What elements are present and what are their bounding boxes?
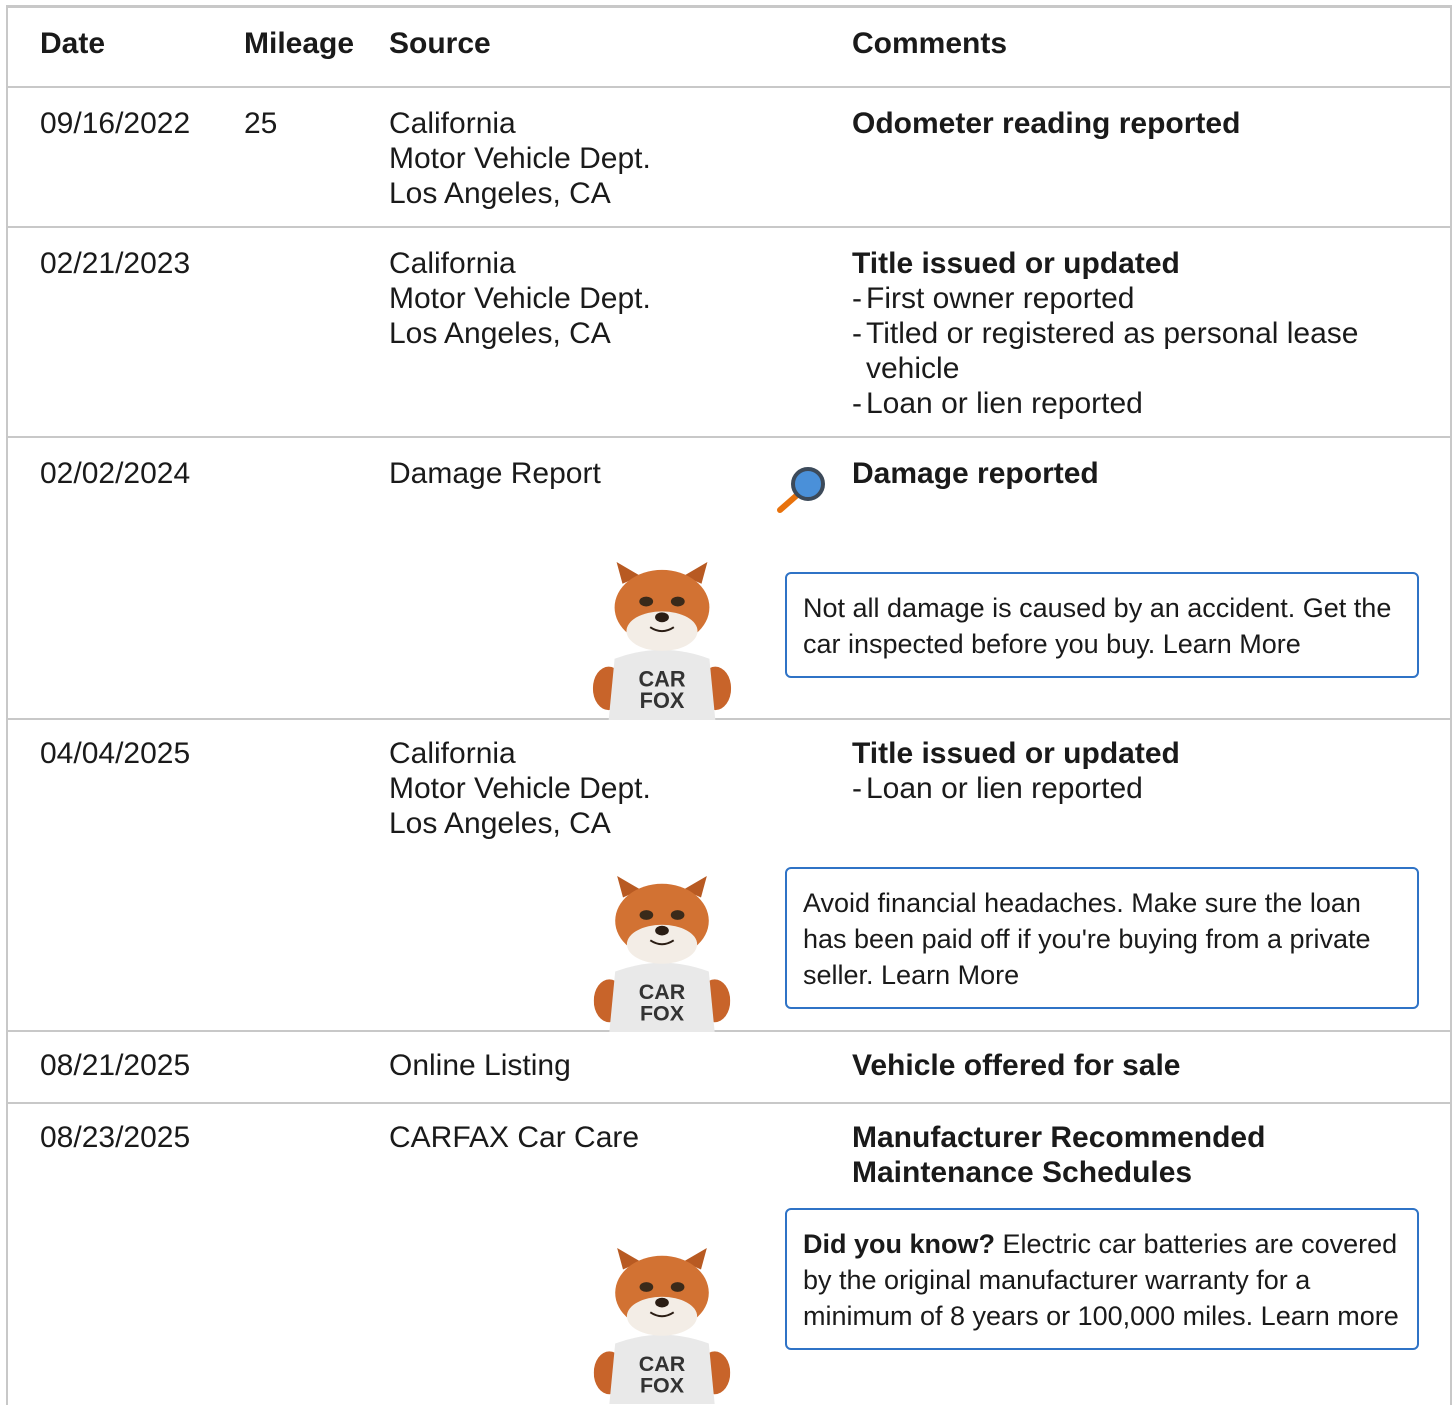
source-line: California bbox=[389, 107, 516, 140]
row-comments: Title issued or updated First owner repo… bbox=[852, 246, 1412, 421]
carfox-mascot-image: CAR FOX bbox=[592, 562, 732, 720]
vehicle-history-table: Date Mileage Source Comments 09/16/2022 … bbox=[6, 5, 1452, 1405]
tip-text: Avoid financial headaches. Make sure the… bbox=[803, 888, 1371, 990]
table-row: 08/21/2025 Online Listing Vehicle offere… bbox=[8, 1032, 1450, 1104]
source-line: Online Listing bbox=[389, 1049, 571, 1082]
source-line: Motor Vehicle Dept. bbox=[389, 282, 651, 315]
mascot-shirt-text: FOX bbox=[640, 688, 685, 713]
comment-title: Vehicle offered for sale bbox=[852, 1049, 1181, 1082]
tip-box[interactable]: Avoid financial headaches. Make sure the… bbox=[785, 867, 1419, 1009]
table-row: 08/23/2025 CARFAX Car Care Manufacturer … bbox=[8, 1104, 1450, 1414]
row-mileage: 25 bbox=[244, 107, 278, 140]
row-comments: Damage reported bbox=[852, 456, 1412, 491]
comment-title: Manufacturer Recommended Maintenance Sch… bbox=[852, 1121, 1266, 1189]
row-date: 02/21/2023 bbox=[40, 247, 191, 280]
comment-title: Damage reported bbox=[852, 457, 1099, 490]
mascot-shirt-text: FOX bbox=[640, 1373, 685, 1397]
source-line: Los Angeles, CA bbox=[389, 177, 611, 210]
row-date: 08/21/2025 bbox=[40, 1049, 191, 1082]
row-source: CARFAX Car Care bbox=[389, 1120, 639, 1155]
mascot-shirt-text: FOX bbox=[640, 1001, 685, 1025]
comment-title: Odometer reading reported bbox=[852, 107, 1241, 140]
row-source: California Motor Vehicle Dept. Los Angel… bbox=[389, 246, 651, 351]
carfox-mascot-image: CAR FOX bbox=[592, 876, 732, 1032]
comment-title: Title issued or updated bbox=[852, 737, 1180, 770]
carfox-mascot-image: CAR FOX bbox=[592, 1248, 732, 1404]
source-line: Los Angeles, CA bbox=[389, 807, 611, 840]
row-date: 09/16/2022 bbox=[40, 107, 191, 140]
row-date: 08/23/2025 bbox=[40, 1121, 191, 1154]
tip-bold-text: Did you know? bbox=[803, 1229, 995, 1259]
row-comments: Odometer reading reported bbox=[852, 106, 1412, 141]
row-comments: Manufacturer Recommended Maintenance Sch… bbox=[852, 1120, 1282, 1190]
table-row: 02/21/2023 California Motor Vehicle Dept… bbox=[8, 228, 1450, 438]
source-line: Motor Vehicle Dept. bbox=[389, 142, 651, 175]
row-source: Online Listing bbox=[389, 1048, 571, 1083]
table-row: 04/04/2025 California Motor Vehicle Dept… bbox=[8, 720, 1450, 1032]
mascot-shirt-text: CAR bbox=[639, 980, 686, 1004]
tip-box[interactable]: Did you know? Electric car batteries are… bbox=[785, 1208, 1419, 1350]
header-source: Source bbox=[389, 27, 491, 60]
table-header: Date Mileage Source Comments bbox=[8, 8, 1450, 88]
magnifier-icon bbox=[777, 467, 825, 513]
row-comments: Title issued or updated Loan or lien rep… bbox=[852, 736, 1412, 806]
comment-title: Title issued or updated bbox=[852, 247, 1180, 280]
mascot-shirt-text: CAR bbox=[639, 1352, 686, 1376]
source-line: California bbox=[389, 737, 516, 770]
source-line: California bbox=[389, 247, 516, 280]
row-source: California Motor Vehicle Dept. Los Angel… bbox=[389, 106, 651, 211]
comment-bullet: Titled or registered as personal lease v… bbox=[852, 316, 1412, 386]
row-source: California Motor Vehicle Dept. Los Angel… bbox=[389, 736, 651, 841]
comment-bullet: First owner reported bbox=[852, 281, 1412, 316]
tip-text: Not all damage is caused by an accident.… bbox=[803, 593, 1392, 659]
header-comments: Comments bbox=[852, 27, 1008, 60]
source-line: CARFAX Car Care bbox=[389, 1121, 640, 1154]
comment-bullet: Loan or lien reported bbox=[852, 386, 1412, 421]
row-source: Damage Report bbox=[389, 456, 601, 491]
table-row: 02/02/2024 Damage Report Damage reported… bbox=[8, 438, 1450, 720]
row-comments: Vehicle offered for sale bbox=[852, 1048, 1412, 1083]
source-line: Motor Vehicle Dept. bbox=[389, 772, 651, 805]
header-mileage: Mileage bbox=[244, 27, 355, 60]
source-line: Damage Report bbox=[389, 457, 601, 490]
row-date: 04/04/2025 bbox=[40, 737, 191, 770]
source-line: Los Angeles, CA bbox=[389, 317, 611, 350]
row-date: 02/02/2024 bbox=[40, 457, 191, 490]
comment-bullet: Loan or lien reported bbox=[852, 771, 1412, 806]
table-row: 09/16/2022 25 California Motor Vehicle D… bbox=[8, 88, 1450, 228]
tip-box[interactable]: Not all damage is caused by an accident.… bbox=[785, 572, 1419, 678]
header-date: Date bbox=[40, 27, 106, 60]
